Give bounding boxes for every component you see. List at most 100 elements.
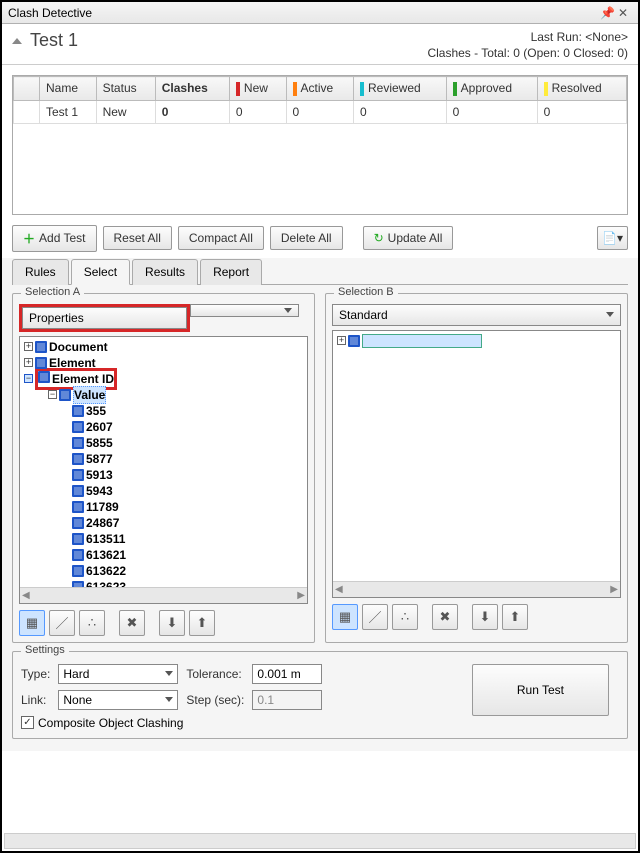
item-icon — [72, 533, 84, 545]
tree-value[interactable]: 5855 — [22, 435, 305, 451]
select-line-icon[interactable]: ／ — [49, 610, 75, 636]
link-combo[interactable]: None — [58, 690, 178, 710]
link-label: Link: — [21, 693, 50, 707]
select-load-icon[interactable]: ⬆ — [189, 610, 215, 636]
col-active[interactable]: Active — [286, 77, 353, 101]
chevron-down-icon — [606, 312, 614, 317]
selection-a-mode-combo[interactable]: Properties — [22, 307, 187, 329]
run-test-button[interactable]: Run Test — [472, 664, 609, 716]
col-reviewed[interactable]: Reviewed — [354, 77, 447, 101]
item-icon — [72, 453, 84, 465]
type-label: Type: — [21, 667, 50, 681]
item-icon — [72, 437, 84, 449]
folder-icon — [35, 341, 47, 353]
item-icon — [72, 485, 84, 497]
tree-value[interactable]: 613623 — [22, 579, 305, 587]
selection-a-tree[interactable]: +Document +Element −Element ID −Value 35… — [19, 336, 308, 604]
col-blank[interactable] — [14, 77, 40, 101]
select-save-icon[interactable]: ⬇ — [159, 610, 185, 636]
settings-legend: Settings — [21, 644, 69, 656]
selection-b-mode-combo[interactable]: Standard — [332, 304, 621, 326]
col-resolved[interactable]: Resolved — [537, 77, 626, 101]
item-icon — [72, 469, 84, 481]
tolerance-input[interactable]: 0.001 m — [252, 664, 322, 684]
chevron-down-icon — [165, 671, 173, 676]
select-points-icon[interactable]: ∴ — [392, 604, 418, 630]
folder-icon — [35, 357, 47, 369]
tree-value[interactable]: 613511 — [22, 531, 305, 547]
col-name[interactable]: Name — [40, 77, 97, 101]
select-line-icon[interactable]: ／ — [362, 604, 388, 630]
tree-value[interactable]: 2607 — [22, 419, 305, 435]
selection-a-mode-combo-ext[interactable] — [190, 304, 300, 317]
refresh-icon: ↻ — [374, 231, 384, 245]
file-icon — [348, 335, 360, 347]
tab-report[interactable]: Report — [200, 259, 262, 285]
select-box-icon[interactable]: ▦ — [332, 604, 358, 630]
tests-toolbar: ＋Add Test Reset All Compact All Delete A… — [12, 225, 628, 252]
tree-value[interactable]: 5943 — [22, 483, 305, 499]
item-icon — [72, 421, 84, 433]
item-icon — [72, 549, 84, 561]
tab-rules[interactable]: Rules — [12, 259, 69, 285]
tree-value[interactable]: 613622 — [22, 563, 305, 579]
table-row[interactable]: Test 1 New 0 0 0 0 0 0 — [14, 100, 627, 123]
selection-b-tree[interactable]: + ◀▶ — [332, 330, 621, 598]
plus-icon: ＋ — [23, 230, 35, 247]
last-run-value: <None> — [585, 30, 628, 44]
reset-all-button[interactable]: Reset All — [103, 226, 172, 250]
h-scrollbar[interactable]: ◀▶ — [20, 587, 307, 603]
tolerance-label: Tolerance: — [186, 667, 244, 681]
selection-a-panel: Selection A Properties +Document +Elemen… — [12, 293, 315, 643]
tree-value[interactable]: 355 — [22, 403, 305, 419]
tab-select[interactable]: Select — [71, 259, 130, 285]
tree-value[interactable]: 24867 — [22, 515, 305, 531]
col-approved[interactable]: Approved — [446, 77, 537, 101]
pin-icon[interactable]: 📌 — [600, 6, 614, 20]
col-new[interactable]: New — [229, 77, 286, 101]
select-box-icon[interactable]: ▦ — [19, 610, 45, 636]
tree-value[interactable]: 5913 — [22, 467, 305, 483]
select-load-icon[interactable]: ⬆ — [502, 604, 528, 630]
clash-summary: Clashes - Total: 0 (Open: 0 Closed: 0) — [427, 46, 628, 60]
col-status[interactable]: Status — [96, 77, 155, 101]
folder-icon — [59, 389, 71, 401]
test-title: Test 1 — [30, 30, 78, 51]
checkbox-icon: ✓ — [21, 716, 34, 729]
selection-b-legend: Selection B — [334, 286, 398, 298]
tab-results[interactable]: Results — [132, 259, 198, 285]
tree-value[interactable]: 5877 — [22, 451, 305, 467]
tree-value[interactable]: 11789 — [22, 499, 305, 515]
delete-all-button[interactable]: Delete All — [270, 226, 343, 250]
selected-item-placeholder — [362, 334, 482, 348]
item-icon — [72, 501, 84, 513]
type-combo[interactable]: Hard — [58, 664, 178, 684]
step-input: 0.1 — [252, 690, 322, 710]
folder-icon — [38, 371, 50, 383]
col-clashes[interactable]: Clashes — [155, 77, 229, 101]
composite-checkbox[interactable]: ✓ Composite Object Clashing — [21, 716, 322, 730]
select-clear-icon[interactable]: ✖ — [119, 610, 145, 636]
select-save-icon[interactable]: ⬇ — [472, 604, 498, 630]
add-test-button[interactable]: ＋Add Test — [12, 225, 97, 252]
collapse-caret-icon[interactable] — [12, 38, 22, 44]
tree-value[interactable]: 613621 — [22, 547, 305, 563]
close-icon[interactable]: ✕ — [618, 6, 632, 20]
selection-a-legend: Selection A — [21, 286, 84, 298]
chevron-down-icon — [165, 697, 173, 702]
select-clear-icon[interactable]: ✖ — [432, 604, 458, 630]
settings-panel: Settings Type: Hard Tolerance: 0.001 m L… — [12, 651, 628, 739]
h-scrollbar[interactable]: ◀▶ — [333, 581, 620, 597]
selection-b-panel: Selection B Standard + ◀▶ ▦ ／ ∴ ✖ ⬇ ⬆ — [325, 293, 628, 643]
tabs: Rules Select Results Report — [12, 258, 628, 285]
export-button[interactable]: 📄▾ — [597, 226, 628, 250]
last-run-label: Last Run: — [531, 30, 582, 44]
update-all-button[interactable]: ↻Update All — [363, 226, 454, 250]
window-h-scrollbar[interactable] — [4, 833, 636, 849]
select-points-icon[interactable]: ∴ — [79, 610, 105, 636]
titlebar: Clash Detective 📌 ✕ — [2, 2, 638, 24]
compact-all-button[interactable]: Compact All — [178, 226, 264, 250]
item-icon — [72, 517, 84, 529]
tests-table: Name Status Clashes New Active Reviewed … — [12, 75, 628, 215]
item-icon — [72, 405, 84, 417]
